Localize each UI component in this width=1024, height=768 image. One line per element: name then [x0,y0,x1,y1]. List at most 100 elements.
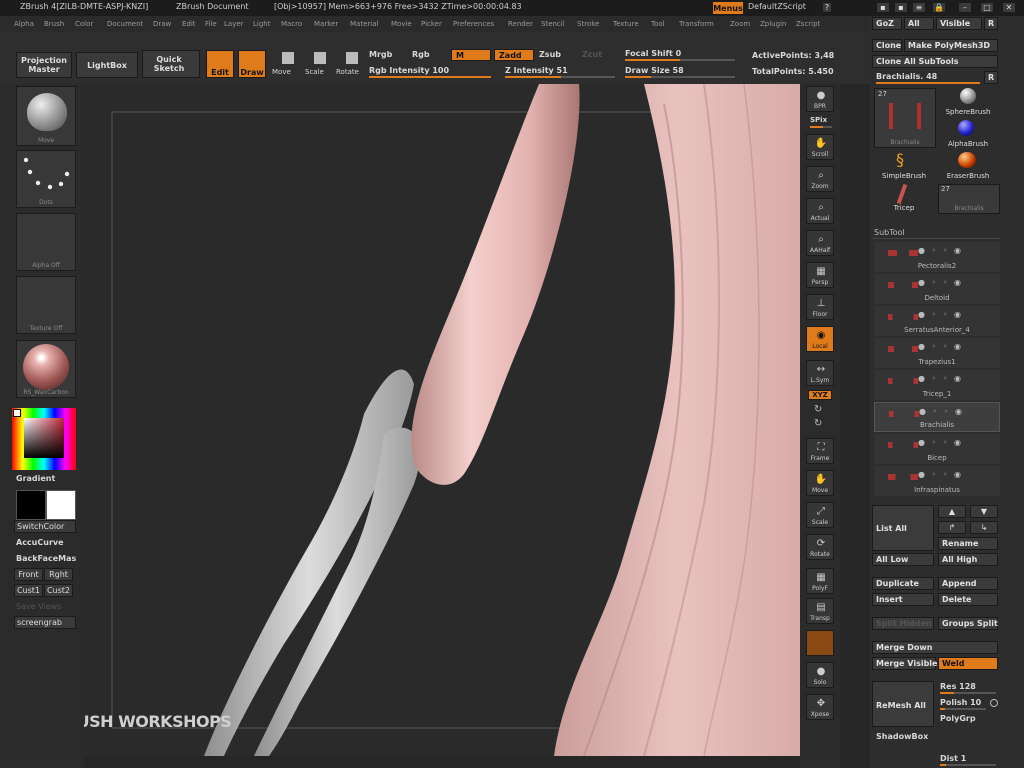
menu-stencil[interactable]: Stencil [541,20,565,28]
polish-track[interactable] [940,708,986,710]
split-hidden-button[interactable]: Split Hidden [872,617,934,630]
material-thumbnail[interactable]: RS_WaxCarbon [16,340,76,398]
rgb-intensity-track[interactable] [369,76,491,78]
goz-r-button[interactable]: R [984,17,998,30]
menu-zscript[interactable]: Zscript [796,20,820,28]
draw-size-slider[interactable]: Draw Size 58 [625,66,684,75]
main-color-swatch[interactable] [46,490,76,520]
zadd-button[interactable]: Zadd [494,49,534,61]
menu-marker[interactable]: Marker [314,20,338,28]
shadowbox-header[interactable]: ShadowBox [876,732,928,741]
spix-slider[interactable]: SPix [810,116,827,124]
subtool-toggles-icon[interactable]: ● ◦ ◦ ◉ [918,310,963,319]
persp-button[interactable]: ▦ Persp [806,262,834,288]
move-mode-button[interactable]: Move [272,68,291,76]
close-icon[interactable]: ✕ [1002,2,1016,13]
zcut-button[interactable]: Zcut [582,50,602,59]
transp-button[interactable]: ▤ Transp [806,598,834,624]
dist-track[interactable] [940,764,996,766]
dist-slider[interactable]: Dist 1 [940,754,966,763]
menu-file[interactable]: File [205,20,217,28]
tool-r-button[interactable]: R [984,71,998,84]
arrow-up-right-icon[interactable]: ↱ [938,521,966,534]
goz-all-button[interactable]: All [904,17,934,30]
menu-zplugin[interactable]: Zplugin [760,20,786,28]
rotate-y-icon[interactable]: ↻ [814,404,822,415]
actual-button[interactable]: ⌕ Actual [806,198,834,224]
arrow-down-right-icon[interactable]: ↳ [970,521,998,534]
switchcolor-button[interactable]: SwitchColor [14,520,76,533]
color-picker[interactable] [12,408,76,470]
zoom-button[interactable]: ⌕ Zoom [806,166,834,192]
visible-button[interactable]: Visible [936,17,982,30]
local-button[interactable]: ◉ Local [806,326,834,352]
lsym-button[interactable]: ↔ L.Sym [806,360,834,386]
help-icon[interactable]: ? [822,2,832,13]
rotate-z-icon[interactable]: ↻ [814,418,822,429]
polish-slider[interactable]: Polish 10 [940,698,981,707]
simple-brush-icon[interactable]: § [896,152,912,168]
subtool-toggles-icon[interactable]: ● ◦ ◦ ◉ [918,246,963,255]
spix-track[interactable] [810,126,832,128]
cust1-view-button[interactable]: Cust1 [14,584,43,597]
menu-picker[interactable]: Picker [421,20,442,28]
palette-icon[interactable]: ▪ [876,2,890,13]
secondary-color-swatch[interactable] [16,490,46,520]
subtool-row[interactable]: ● ◦ ◦ ◉ Tricep_1 [874,370,1000,400]
menus-button[interactable]: Menus [712,1,744,15]
accucurve-button[interactable]: AccuCurve [16,538,64,547]
move-view-button[interactable]: ✋ Move [806,470,834,496]
tool-thumb-brachialis[interactable]: 27 Brachialis [874,88,936,148]
scale-view-button[interactable]: ⤢ Scale [806,502,834,528]
res-slider[interactable]: Res 128 [940,682,976,691]
subtool-toggles-icon[interactable]: ● ◦ ◦ ◉ [918,342,963,351]
menu-document[interactable]: Document [107,20,143,28]
subtool-toggles-icon[interactable]: ● ◦ ◦ ◉ [918,470,963,479]
polyf-button[interactable]: ▦ PolyF [806,568,834,594]
menu-light[interactable]: Light [253,20,270,28]
tricep-label[interactable]: Tricep [874,204,934,212]
z-intensity-track[interactable] [505,76,615,78]
z-intensity-slider[interactable]: Z Intensity 51 [505,66,568,75]
merge-down-button[interactable]: Merge Down [872,641,998,654]
goz-button[interactable]: GoZ [872,17,902,30]
m-button[interactable]: M [451,49,491,61]
menu-draw[interactable]: Draw [153,20,171,28]
menu-preferences[interactable]: Preferences [453,20,494,28]
alpha-brush-label[interactable]: AlphaBrush [940,140,996,148]
subtool-row[interactable]: ● ◦ ◦ ◉ SerratusAnterior_4 [874,306,1000,336]
menu-macro[interactable]: Macro [281,20,302,28]
color-picker-square[interactable] [24,418,64,458]
screengrab-button[interactable]: screengrab [14,616,76,629]
right-view-button[interactable]: Rght [44,568,73,581]
rgb-intensity-slider[interactable]: Rgb Intensity 100 [369,66,449,75]
menu-stroke[interactable]: Stroke [577,20,599,28]
maximize-icon[interactable]: □ [980,2,994,13]
rgb-button[interactable]: Rgb [412,50,430,59]
frame-button[interactable]: ⛶ Frame [806,438,834,464]
sphere-brush-icon[interactable] [960,88,976,104]
stroke-thumbnail[interactable]: Dots [16,150,76,208]
projection-master-button[interactable]: Projection Master [16,52,72,78]
move-up-icon[interactable]: ▲ [938,505,966,518]
alpha-thumbnail[interactable]: Alpha Off [16,213,76,271]
focal-shift-slider[interactable]: Focal Shift 0 [625,49,681,58]
menu-color[interactable]: Color [75,20,93,28]
eraser-brush-icon[interactable] [958,152,976,168]
polish-circle-icon[interactable] [990,699,998,707]
lock-icon[interactable]: 🔒 [932,2,946,13]
xyz-button[interactable]: XYZ [808,390,832,400]
subtool-row[interactable]: ● ◦ ◦ ◉ Bicep [874,434,1000,464]
sphere-brush-label[interactable]: SphereBrush [940,108,996,116]
aahalf-button[interactable]: ⌕ AAHalf [806,230,834,256]
current-tool-track[interactable] [876,82,980,84]
clone-button[interactable]: Clone [872,39,902,52]
polygrp-button[interactable]: PolyGrp [940,714,976,723]
edit-button[interactable]: Edit [206,50,234,78]
xpose-button[interactable]: ✥ Xpose [806,694,834,720]
cust2-view-button[interactable]: Cust2 [44,584,73,597]
res-track[interactable] [940,692,996,694]
canvas-viewport[interactable]: ZBRUSH WORKSHOPS [84,84,800,756]
menu-material[interactable]: Material [350,20,378,28]
subtool-row[interactable]: ● ◦ ◦ ◉ Deltoid [874,274,1000,304]
